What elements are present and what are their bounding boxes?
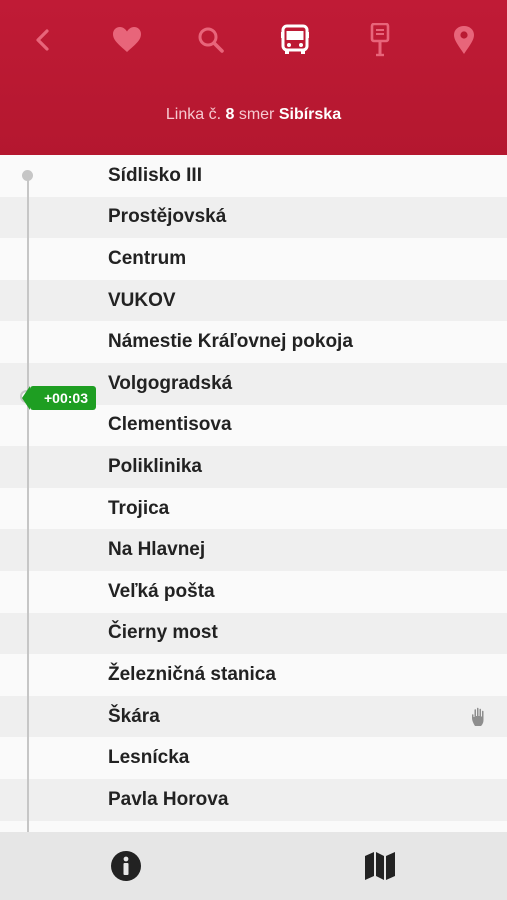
stop-row[interactable]: Na Hlavnej: [0, 529, 507, 571]
stop-row[interactable]: Škára: [0, 695, 507, 738]
stop-row[interactable]: Prostějovská: [0, 196, 507, 239]
heart-icon: [113, 27, 141, 52]
stop-row[interactable]: Centrum: [0, 238, 507, 280]
info-icon: [111, 851, 141, 881]
stop-name: Čierny most: [108, 622, 218, 644]
stop-name: VUKOV: [108, 289, 176, 311]
stop-name: Prostějovská: [108, 206, 227, 228]
stop-row[interactable]: Lesnícka: [0, 737, 507, 779]
stop-name: Na Hlavnej: [108, 539, 206, 561]
stops-button[interactable]: [358, 18, 402, 62]
stop-row[interactable]: Veľká pošta: [0, 570, 507, 613]
stop-name: Námestie Kráľovnej pokoja: [108, 331, 353, 353]
route-timeline: [27, 175, 29, 832]
lines-button[interactable]: [273, 18, 317, 62]
stops-list: Sídlisko III Prostějovská Centrum VUKOV …: [0, 155, 507, 832]
stop-name: Lesnícka: [108, 747, 190, 769]
stop-row[interactable]: Čierny most: [0, 612, 507, 655]
line-number: 8: [225, 106, 235, 123]
map-location-button[interactable]: [442, 18, 486, 62]
search-icon: [198, 27, 224, 53]
start-stop-dot: [22, 170, 33, 181]
stop-name: Centrum: [108, 247, 187, 269]
stop-name: Clementisova: [108, 414, 232, 436]
stop-row[interactable]: Clementisova: [0, 404, 507, 447]
info-button[interactable]: [106, 846, 146, 886]
delay-badge: +00:03: [22, 386, 96, 410]
stop-row[interactable]: Železničná stanica: [0, 654, 507, 696]
hand-icon: [472, 707, 484, 726]
location-pin-icon: [454, 26, 474, 54]
stop-name: Železničná stanica: [108, 663, 276, 685]
bus-icon: [281, 24, 309, 54]
direction-name: Sibírska: [278, 106, 342, 123]
direction-prefix: smer: [238, 106, 275, 123]
stop-name: Poliklinika: [108, 455, 202, 477]
search-button[interactable]: [189, 18, 233, 62]
stop-name: Volgogradská: [108, 372, 233, 394]
bottom-bar: [0, 832, 507, 900]
stop-row[interactable]: Pavla Horova: [0, 778, 507, 821]
stop-name: Sídlisko III: [108, 164, 202, 186]
top-nav: [0, 18, 507, 62]
map-icon: [365, 852, 395, 880]
stop-row[interactable]: [0, 820, 507, 832]
stop-row[interactable]: VUKOV: [0, 279, 507, 322]
stop-name: Škára: [108, 705, 160, 727]
stop-name: Trojica: [108, 497, 170, 519]
stop-name: Veľká pošta: [108, 580, 215, 602]
stop-row[interactable]: Poliklinika: [0, 446, 507, 488]
line-prefix: Linka č.: [165, 106, 222, 123]
favorites-button[interactable]: [105, 18, 149, 62]
stop-sign-icon: [370, 23, 390, 57]
back-icon: [36, 29, 49, 51]
map-button[interactable]: [360, 846, 400, 886]
route-title: Linka č. 8 smer Sibírska: [0, 106, 507, 124]
back-button[interactable]: [21, 18, 65, 62]
stop-row[interactable]: Trojica: [0, 487, 507, 530]
app-header: Linka č. 8 smer Sibírska: [0, 0, 507, 155]
stop-row[interactable]: Sídlisko III: [0, 155, 507, 197]
stop-row[interactable]: Námestie Kráľovnej pokoja: [0, 321, 507, 363]
stop-name: Pavla Horova: [108, 788, 229, 810]
